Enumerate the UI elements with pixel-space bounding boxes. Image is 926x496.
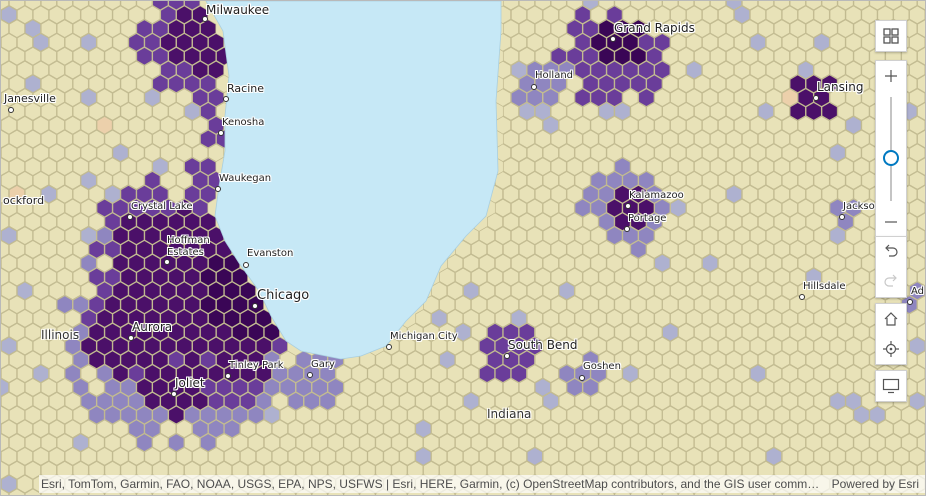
history-control (875, 236, 907, 298)
basemap-gallery-icon[interactable] (876, 21, 906, 51)
city-dot (799, 294, 805, 300)
city-dot (907, 299, 913, 305)
city-label-grand-rapids: Grand Rapids (614, 21, 695, 35)
zoom-slider-thumb[interactable] (883, 150, 899, 167)
region-label-indiana: Indiana (487, 407, 532, 421)
zoom-slider-track (890, 97, 892, 201)
city-dot (171, 391, 177, 397)
monitor-icon[interactable] (876, 371, 906, 401)
hexbin-map-layer (1, 1, 925, 495)
city-dot (624, 226, 630, 232)
city-label-janesville: Janesville (4, 92, 56, 105)
city-dot (531, 84, 537, 90)
city-dot (225, 373, 231, 379)
city-label-hoffman: Hoffman (167, 235, 210, 246)
city-label-evanston: Evanston (247, 248, 294, 259)
city-label-jackson: Jackso (843, 201, 875, 212)
city-dot (839, 214, 845, 220)
region-label-illinois: Illinois (41, 328, 80, 342)
city-dot (128, 335, 134, 341)
city-label-rockford: ockford (3, 194, 45, 207)
plus-icon[interactable] (876, 61, 906, 91)
city-label-south-bend: South Bend (508, 338, 578, 352)
home-icon[interactable] (876, 304, 906, 334)
city-dot (625, 203, 631, 209)
city-label-crystal-lake: Crystal Lake (131, 201, 193, 212)
city-dot (504, 353, 510, 359)
city-label-gary: Gary (311, 359, 335, 370)
city-label-portage: Portage (628, 213, 667, 224)
city-label-milwaukee: Milwaukee (206, 3, 270, 17)
city-dot (579, 375, 585, 381)
city-label-goshen: Goshen (583, 361, 621, 372)
city-dot (610, 36, 616, 42)
city-label-michigan-city: Michigan City (390, 331, 458, 342)
city-label-racine: Racine (227, 82, 264, 95)
city-dot (127, 214, 133, 220)
city-label-aurora: Aurora (132, 320, 173, 334)
map-view[interactable]: Milwaukee Racine Kenosha Waukegan Crysta… (0, 0, 926, 496)
basemap-control (875, 20, 907, 52)
undo-icon[interactable] (876, 237, 906, 267)
city-dot (218, 130, 224, 136)
navigation-control (875, 303, 907, 365)
minus-icon[interactable] (876, 207, 906, 237)
city-label-kalamazoo: Kalamazoo (629, 190, 684, 201)
locate-icon[interactable] (876, 334, 906, 364)
city-label-tinley-park: Tinley Park (229, 360, 284, 371)
city-label-waukegan: Waukegan (219, 173, 272, 184)
city-dot (252, 303, 258, 309)
attribution-bar: Esri, TomTom, Garmin, FAO, NOAA, USGS, E… (39, 475, 925, 493)
powered-by-esri[interactable]: Powered by Esri (826, 477, 919, 491)
city-label-kenosha: Kenosha (222, 117, 265, 128)
redo-icon[interactable] (876, 267, 906, 297)
fullscreen-control (875, 370, 907, 402)
zoom-slider[interactable] (876, 91, 906, 207)
city-dot (8, 107, 14, 113)
city-dot (386, 344, 392, 350)
city-label-holland: Holland (535, 70, 574, 81)
zoom-control (875, 60, 907, 238)
city-dot (215, 186, 221, 192)
attribution-text[interactable]: Esri, TomTom, Garmin, FAO, NOAA, USGS, E… (41, 477, 826, 491)
city-dot (243, 262, 249, 268)
city-label-estates: Estates (167, 247, 204, 258)
hex-cells (1, 1, 925, 495)
city-dot (164, 259, 170, 265)
city-label-hillsdale: Hillsdale (803, 281, 846, 292)
city-label-lansing: Lansing (817, 80, 864, 94)
city-label-chicago: Chicago (257, 288, 310, 303)
city-dot (813, 95, 819, 101)
city-dot (223, 96, 229, 102)
city-dot (307, 372, 313, 378)
city-label-joliet: Joliet (175, 376, 205, 390)
city-label-adrian: Ad (911, 286, 925, 297)
